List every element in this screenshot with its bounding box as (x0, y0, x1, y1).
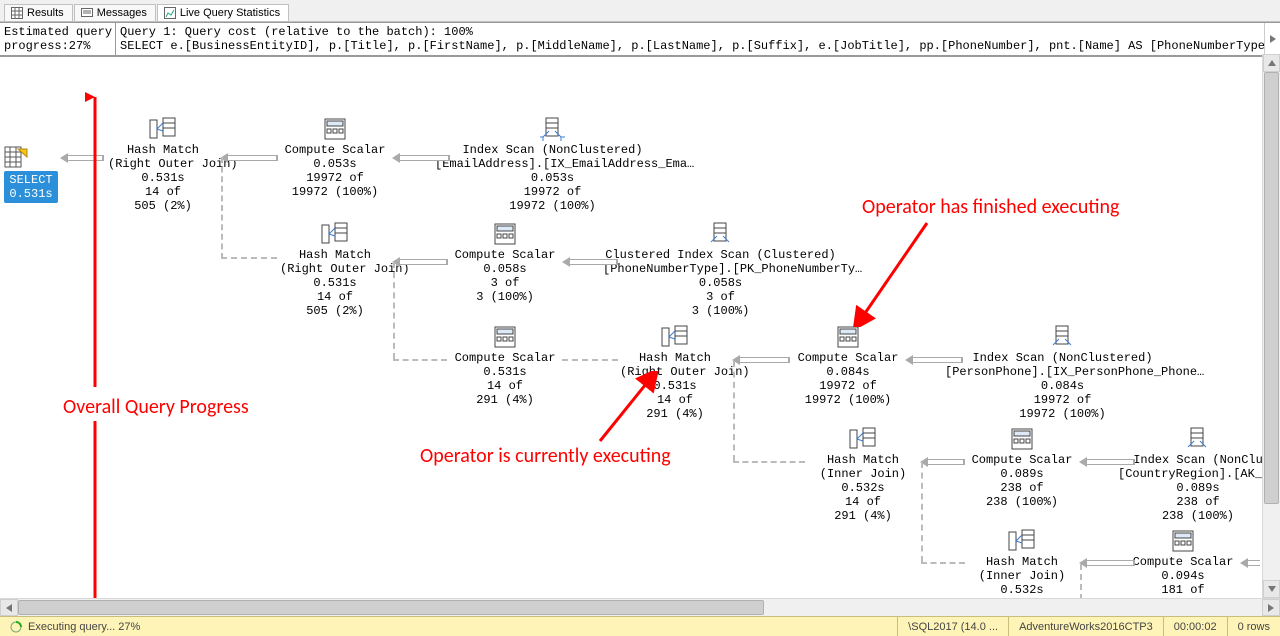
grid-icon (11, 7, 23, 19)
flow-arrow (60, 153, 104, 163)
spinner-icon (10, 621, 22, 633)
scroll-left-button[interactable] (0, 599, 18, 616)
op-compute-scalar-4[interactable]: Compute Scalar 0.084s 19972 of 19972 (10… (793, 325, 903, 407)
compute-scalar-icon (280, 117, 390, 141)
execution-plan-canvas[interactable]: SELECT 0.531s Hash Match (Right Outer Jo… (0, 57, 1280, 609)
tab-live-label: Live Query Statistics (180, 7, 280, 19)
index-scan-icon (603, 222, 838, 246)
op-compute-scalar-2[interactable]: Compute Scalar 0.058s 3 of 3 (100%) (450, 222, 560, 304)
scroll-v-track[interactable] (1263, 72, 1280, 580)
scroll-right-button[interactable] (1262, 599, 1280, 616)
scroll-v-thumb[interactable] (1264, 72, 1279, 504)
op-select[interactable]: SELECT 0.531s (4, 145, 58, 203)
op-hash-match-3[interactable]: Hash Match (Right Outer Join) 0.531s 14 … (620, 325, 730, 421)
flow-dotted (221, 257, 277, 259)
flow-arrow (392, 257, 448, 267)
status-database: AdventureWorks2016CTP3 (1008, 617, 1163, 636)
scroll-h-thumb[interactable] (18, 600, 764, 615)
live-stats-icon (164, 7, 176, 19)
flow-dotted (921, 462, 923, 562)
index-scan-icon (945, 325, 1180, 349)
op-select-time: 0.531s (6, 187, 56, 201)
op-index-scan-email[interactable]: Index Scan (NonClustered) [EmailAddress]… (435, 117, 670, 213)
compute-scalar-icon (450, 222, 560, 246)
index-scan-icon (1118, 427, 1278, 451)
op-hash-match-2[interactable]: Hash Match (Right Outer Join) 0.531s 14 … (280, 222, 390, 318)
scrollbar-vertical[interactable] (1262, 54, 1280, 598)
hash-match-icon (108, 117, 218, 141)
query-header: Estimated query progress:27% Query 1: Qu… (0, 22, 1280, 57)
op-hash-match-4[interactable]: Hash Match (Inner Join) 0.532s 14 of 291… (808, 427, 918, 523)
flow-dotted (733, 361, 735, 461)
tab-results[interactable]: Results (4, 4, 73, 21)
messages-icon (81, 7, 93, 19)
op-index-scan-personphone[interactable]: Index Scan (NonClustered) [PersonPhone].… (945, 325, 1180, 421)
query-text: Query 1: Query cost (relative to the bat… (116, 22, 1280, 56)
scroll-up-button[interactable] (1263, 54, 1280, 72)
hash-match-icon (620, 325, 730, 349)
annotation-overall: Overall Query Progress (63, 395, 249, 419)
flow-arrow (392, 153, 450, 163)
annotation-executing: Operator is currently executing (420, 444, 671, 468)
flow-arrow (1240, 558, 1260, 568)
status-bar: Executing query... 27% \SQL2017 (14.0 ..… (0, 616, 1280, 636)
compute-scalar-icon (1128, 529, 1238, 553)
op-compute-scalar-1[interactable]: Compute Scalar 0.053s 19972 of 19972 (10… (280, 117, 390, 199)
select-icon (4, 145, 58, 169)
estimated-progress: Estimated query progress:27% (0, 22, 116, 56)
flow-dotted (562, 359, 618, 361)
query-cost-line: Query 1: Query cost (relative to the bat… (120, 25, 1276, 39)
flow-arrow (1079, 558, 1135, 568)
results-tabbar: Results Messages Live Query Statistics (0, 0, 1280, 22)
tab-messages-label: Messages (97, 7, 147, 19)
status-server: \SQL2017 (14.0 ... (897, 617, 1008, 636)
op-clustered-index-scan[interactable]: Clustered Index Scan (Clustered) [PhoneN… (603, 222, 838, 318)
hash-match-icon (967, 529, 1077, 553)
op-compute-scalar-3[interactable]: Compute Scalar 0.531s 14 of 291 (4%) (450, 325, 560, 407)
scrollbar-horizontal[interactable] (0, 598, 1280, 616)
tab-live-stats[interactable]: Live Query Statistics (157, 4, 289, 21)
flow-arrow (220, 153, 278, 163)
compute-scalar-icon (967, 427, 1077, 451)
op-hash-match-1[interactable]: Hash Match (Right Outer Join) 0.531s 14 … (108, 117, 218, 213)
header-scroll-right[interactable] (1264, 23, 1280, 55)
tab-messages[interactable]: Messages (74, 4, 156, 21)
op-hash-match-5[interactable]: Hash Match (Inner Join) 0.532s 14 of 291… (967, 529, 1077, 609)
op-compute-scalar-5[interactable]: Compute Scalar 0.089s 238 of 238 (100%) (967, 427, 1077, 509)
red-arrow-icon (85, 91, 105, 609)
flow-arrow (920, 457, 965, 467)
status-elapsed: 00:00:02 (1163, 617, 1227, 636)
annotation-finished: Operator has finished executing (862, 195, 1119, 219)
scroll-down-button[interactable] (1263, 580, 1280, 598)
query-sql-line: SELECT e.[BusinessEntityID], p.[Title], … (120, 39, 1276, 53)
flow-dotted (733, 461, 805, 463)
flow-arrow (562, 257, 618, 267)
scroll-h-track[interactable] (18, 599, 1262, 616)
flow-dotted (221, 157, 223, 259)
flow-dotted (921, 562, 965, 564)
status-rows: 0 rows (1227, 617, 1280, 636)
flow-arrow (732, 355, 790, 365)
flow-arrow (905, 355, 963, 365)
red-arrow-icon (853, 217, 933, 327)
status-executing: Executing query... 27% (0, 617, 150, 636)
index-scan-icon (435, 117, 670, 141)
flow-dotted (393, 262, 395, 359)
hash-match-icon (280, 222, 390, 246)
op-select-label: SELECT (6, 173, 56, 187)
flow-arrow (1079, 457, 1135, 467)
compute-scalar-icon (450, 325, 560, 349)
flow-dotted (393, 359, 447, 361)
compute-scalar-icon (793, 325, 903, 349)
hash-match-icon (808, 427, 918, 451)
tab-results-label: Results (27, 7, 64, 19)
op-index-scan-country[interactable]: Index Scan (NonClu [CountryRegion].[AK_C… (1118, 427, 1278, 523)
op-compute-scalar-6[interactable]: Compute Scalar 0.094s 181 of 181 (100%) (1128, 529, 1238, 609)
